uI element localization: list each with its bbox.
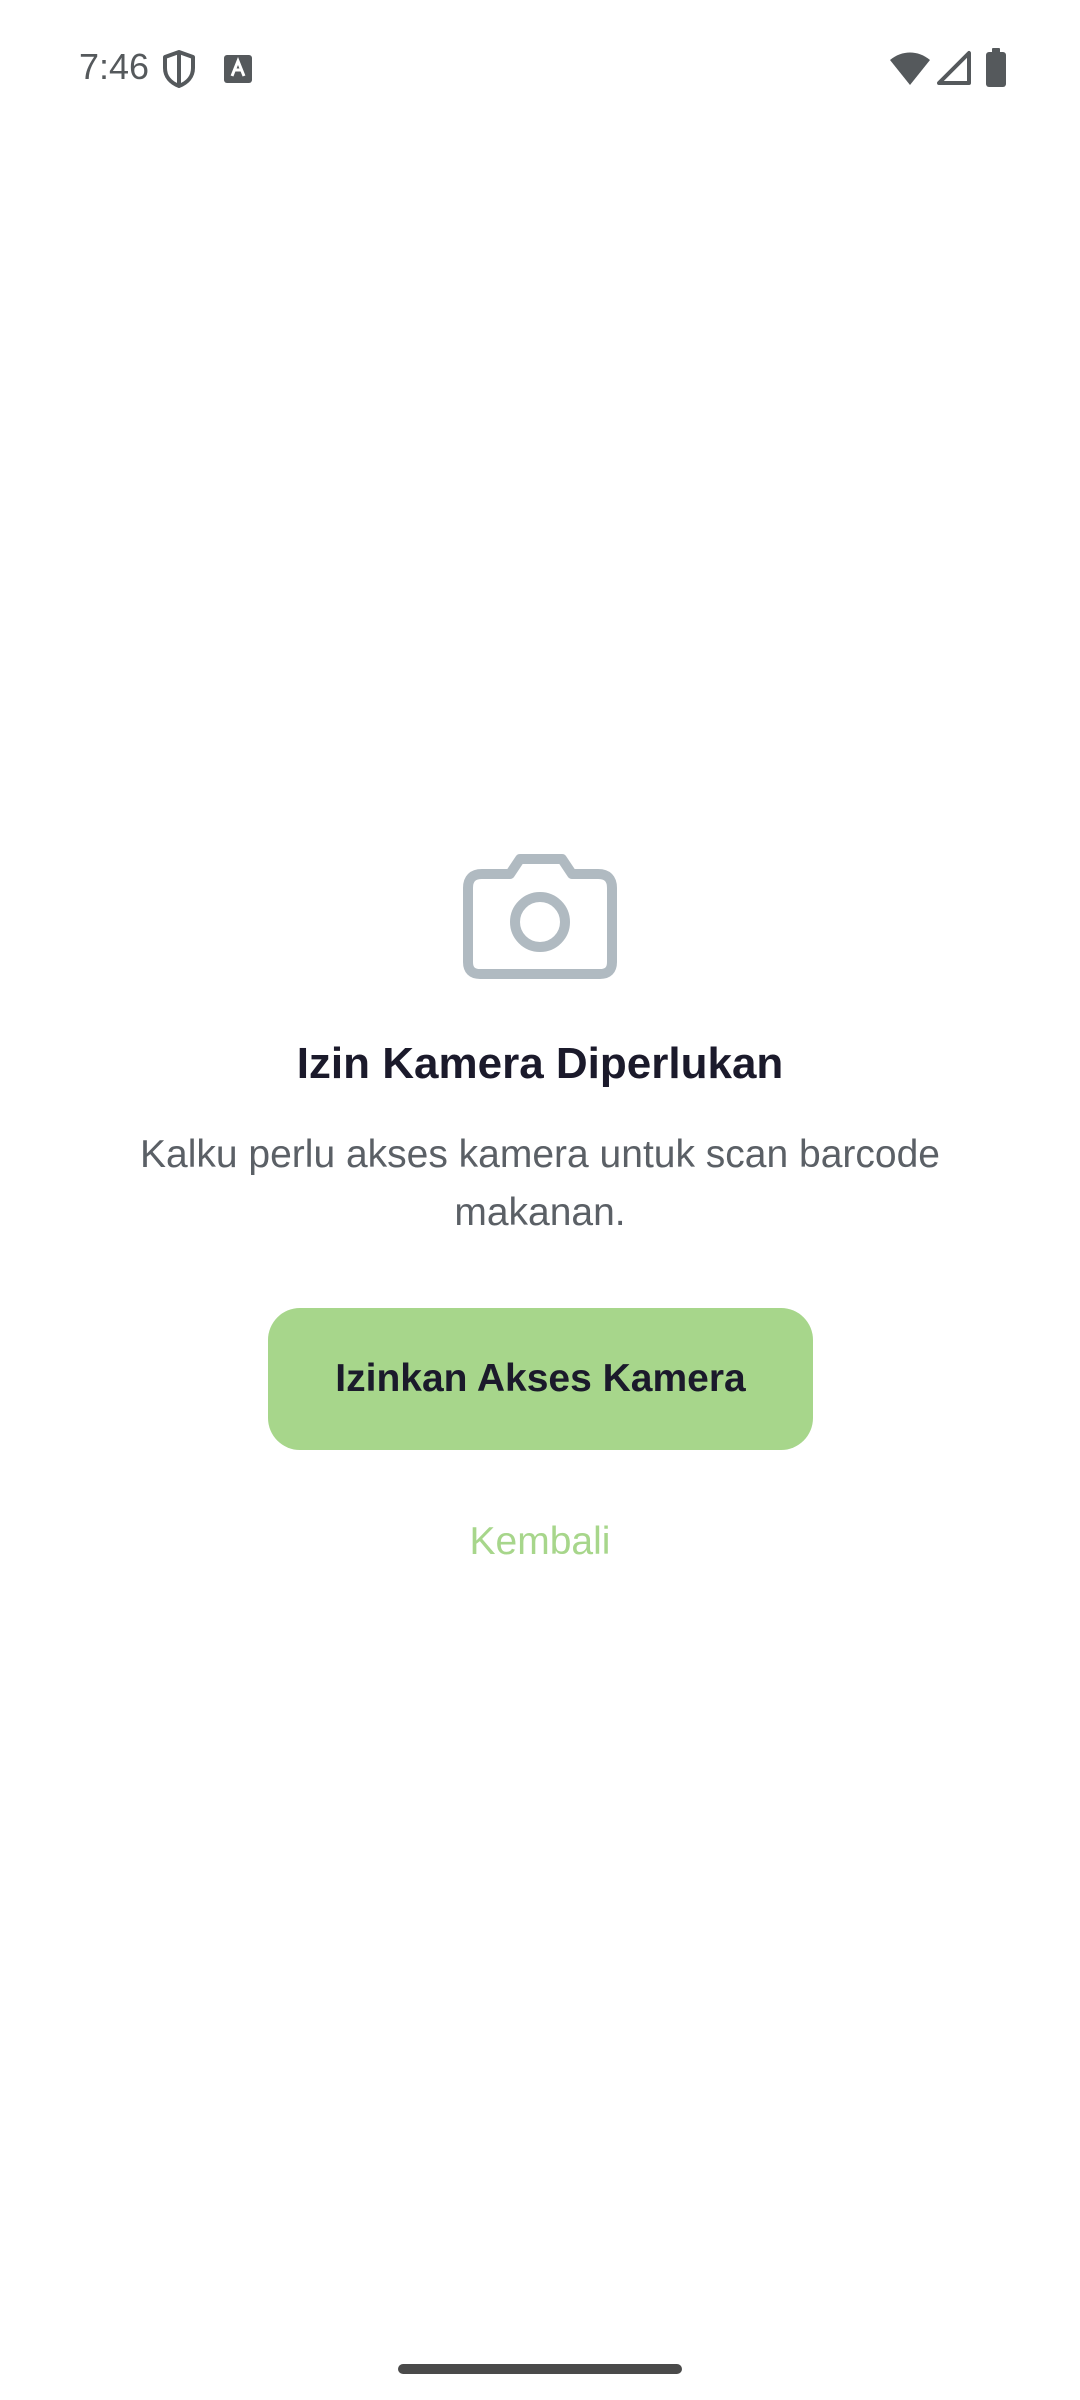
battery-icon bbox=[986, 48, 1006, 87]
wifi-icon bbox=[890, 52, 930, 85]
keyboard-icon bbox=[224, 55, 252, 83]
status-bar: 7:46 bbox=[0, 0, 1080, 132]
home-indicator[interactable] bbox=[398, 2364, 682, 2374]
camera-icon bbox=[463, 854, 617, 979]
permission-description: Kalku perlu akses kamera untuk scan barc… bbox=[140, 1133, 940, 1234]
allow-camera-button[interactable]: Izinkan Akses Kamera bbox=[268, 1308, 813, 1450]
permission-title: Izin Kamera Diperlukan bbox=[296, 1039, 784, 1088]
status-time: 7:46 bbox=[79, 46, 150, 87]
back-button[interactable]: Kembali bbox=[390, 1510, 690, 1574]
shield-icon bbox=[163, 50, 195, 88]
signal-icon bbox=[937, 51, 971, 85]
